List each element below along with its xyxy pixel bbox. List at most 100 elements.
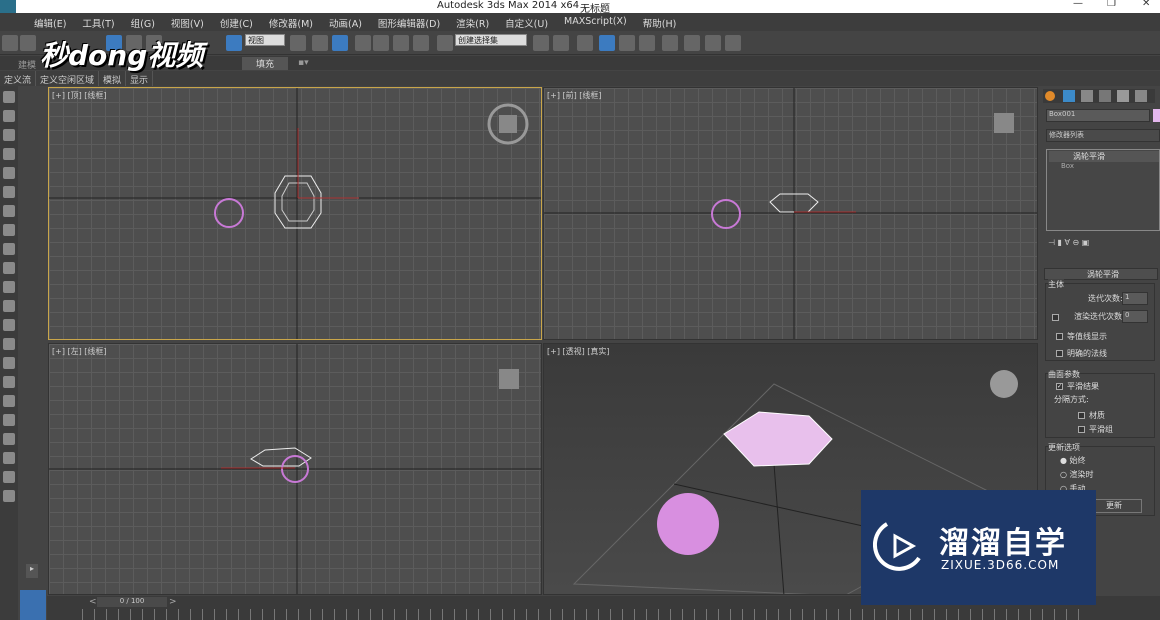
named-selection-dropdown[interactable]: 创建选择集 (455, 34, 527, 46)
menu-animation[interactable]: 动画(A) (321, 13, 370, 31)
unlink-icon[interactable] (20, 35, 36, 51)
tool-icon[interactable] (3, 452, 15, 464)
menu-maxscript[interactable]: MAXScript(X) (556, 13, 635, 31)
tool-icon[interactable] (3, 91, 15, 103)
render-icon[interactable] (725, 35, 741, 51)
subtab-define-flows[interactable]: 定义流 (0, 71, 37, 86)
percent-snap-icon[interactable] (393, 35, 409, 51)
tool-icon[interactable] (3, 129, 15, 141)
tool-icon[interactable] (3, 167, 15, 179)
tool-icon[interactable] (3, 319, 15, 331)
tool-icon[interactable] (3, 414, 15, 426)
render-iters-spinner[interactable]: 0 (1122, 310, 1148, 323)
isoline-checkbox[interactable] (1056, 333, 1063, 340)
restore-button[interactable]: ❐ (1107, 0, 1116, 9)
menu-modifiers[interactable]: 修改器(M) (261, 13, 321, 31)
time-next-button[interactable]: > (169, 597, 177, 607)
tool-icon[interactable] (3, 224, 15, 236)
tool-icon[interactable] (3, 281, 15, 293)
menu-customize[interactable]: 自定义(U) (497, 13, 556, 31)
tool-icon[interactable] (3, 262, 15, 274)
separate-by-label: 分隔方式: (1054, 395, 1089, 404)
menu-create[interactable]: 创建(C) (212, 13, 261, 31)
track-bar[interactable] (82, 609, 1082, 620)
curve-editor-icon[interactable] (619, 35, 635, 51)
stack-tools[interactable]: ⊣ ▮ ∀ ⊖ ▣ (1048, 238, 1148, 248)
graphite-toggle-icon[interactable] (599, 35, 615, 51)
ribbon-tab-populate[interactable]: 填充 (242, 57, 289, 70)
tool-icon[interactable] (3, 110, 15, 122)
modify-tab-icon[interactable] (1063, 90, 1075, 102)
viewport-left[interactable]: [+] [左] [线框] (48, 343, 542, 595)
viewport-front[interactable]: [+] [前] [线框] (543, 87, 1038, 340)
watermark-brand: 溜溜自学 (939, 526, 1067, 561)
create-tab-icon[interactable] (1045, 91, 1055, 101)
time-slider[interactable]: 0 / 100 (97, 597, 167, 607)
link-icon[interactable] (2, 35, 18, 51)
tool-icon[interactable] (3, 186, 15, 198)
menu-views[interactable]: 视图(V) (163, 13, 212, 31)
stack-item-box[interactable]: Box (1061, 162, 1074, 170)
app-logo-icon[interactable] (0, 0, 16, 13)
materials-checkbox[interactable] (1078, 412, 1085, 419)
mirror-icon[interactable] (533, 35, 549, 51)
select-move-icon[interactable] (226, 35, 242, 51)
explicit-normals-checkbox[interactable] (1056, 350, 1063, 357)
tool-icon[interactable] (3, 395, 15, 407)
tool-icon[interactable] (3, 357, 15, 369)
sphere-wireframe (711, 199, 741, 229)
tool-icon[interactable] (3, 490, 15, 502)
schematic-view-icon[interactable] (639, 35, 655, 51)
tool-icon[interactable] (3, 205, 15, 217)
iterations-spinner[interactable]: 1 (1122, 292, 1148, 305)
menu-tools[interactable]: 工具(T) (74, 13, 122, 31)
tool-icon[interactable] (3, 300, 15, 312)
tool-icon[interactable] (3, 148, 15, 160)
edit-named-selection-icon[interactable] (437, 35, 453, 51)
move-icon[interactable] (312, 35, 328, 51)
material-editor-icon[interactable] (662, 35, 678, 51)
angle-snap-icon[interactable] (373, 35, 389, 51)
render-iters-checkbox[interactable] (1052, 314, 1059, 321)
tool-icon[interactable] (3, 243, 15, 255)
menu-graph-editors[interactable]: 图形编辑器(D) (370, 13, 448, 31)
time-prev-button[interactable]: < (89, 597, 97, 607)
reference-coord-dropdown[interactable]: 视图 (245, 34, 285, 46)
object-name-field[interactable]: Box001 (1046, 109, 1150, 122)
expand-arrow-icon[interactable]: ▸ (26, 564, 38, 578)
menu-edit[interactable]: 编辑(E) (26, 13, 74, 31)
motion-tab-icon[interactable] (1099, 90, 1111, 102)
tool-icon[interactable] (3, 433, 15, 445)
manipulate-icon[interactable] (332, 35, 348, 51)
render-setup-icon[interactable] (684, 35, 700, 51)
always-radio[interactable]: ● 始终 (1060, 455, 1086, 466)
close-button[interactable]: ✕ (1142, 0, 1150, 9)
viewport-top[interactable]: [+] [顶] [线框] (48, 87, 542, 340)
tool-icon[interactable] (3, 471, 15, 483)
spinner-snap-icon[interactable] (413, 35, 429, 51)
pivot-icon[interactable] (290, 35, 306, 51)
display-tab-icon[interactable] (1117, 90, 1129, 102)
minimize-button[interactable]: — (1073, 0, 1083, 9)
stack-item-turbosmooth[interactable]: 涡轮平滑 (1049, 151, 1159, 162)
when-rendering-radio[interactable]: ○ 渲染时 (1060, 469, 1094, 480)
viewport-layout-icon[interactable] (20, 590, 46, 620)
smoothing-groups-checkbox[interactable] (1078, 426, 1085, 433)
ribbon-options-icon[interactable]: ▪▾ (298, 58, 309, 68)
menu-help[interactable]: 帮助(H) (635, 13, 685, 31)
menu-rendering[interactable]: 渲染(R) (448, 13, 497, 31)
ribbon-tab-modeling[interactable]: 建模 (18, 58, 36, 71)
tool-icon[interactable] (3, 376, 15, 388)
smooth-result-checkbox[interactable]: ✓ (1056, 383, 1063, 390)
snap-3d-icon[interactable] (355, 35, 371, 51)
tool-icon[interactable] (3, 338, 15, 350)
hierarchy-tab-icon[interactable] (1081, 90, 1093, 102)
align-icon[interactable] (553, 35, 569, 51)
menu-group[interactable]: 组(G) (123, 13, 163, 31)
layer-manager-icon[interactable] (577, 35, 593, 51)
utilities-tab-icon[interactable] (1135, 90, 1147, 102)
viewcube-icon (994, 113, 1014, 133)
render-frame-icon[interactable] (705, 35, 721, 51)
object-color-swatch[interactable] (1153, 109, 1160, 122)
modifier-list-dropdown[interactable]: 修改器列表 (1046, 129, 1160, 142)
